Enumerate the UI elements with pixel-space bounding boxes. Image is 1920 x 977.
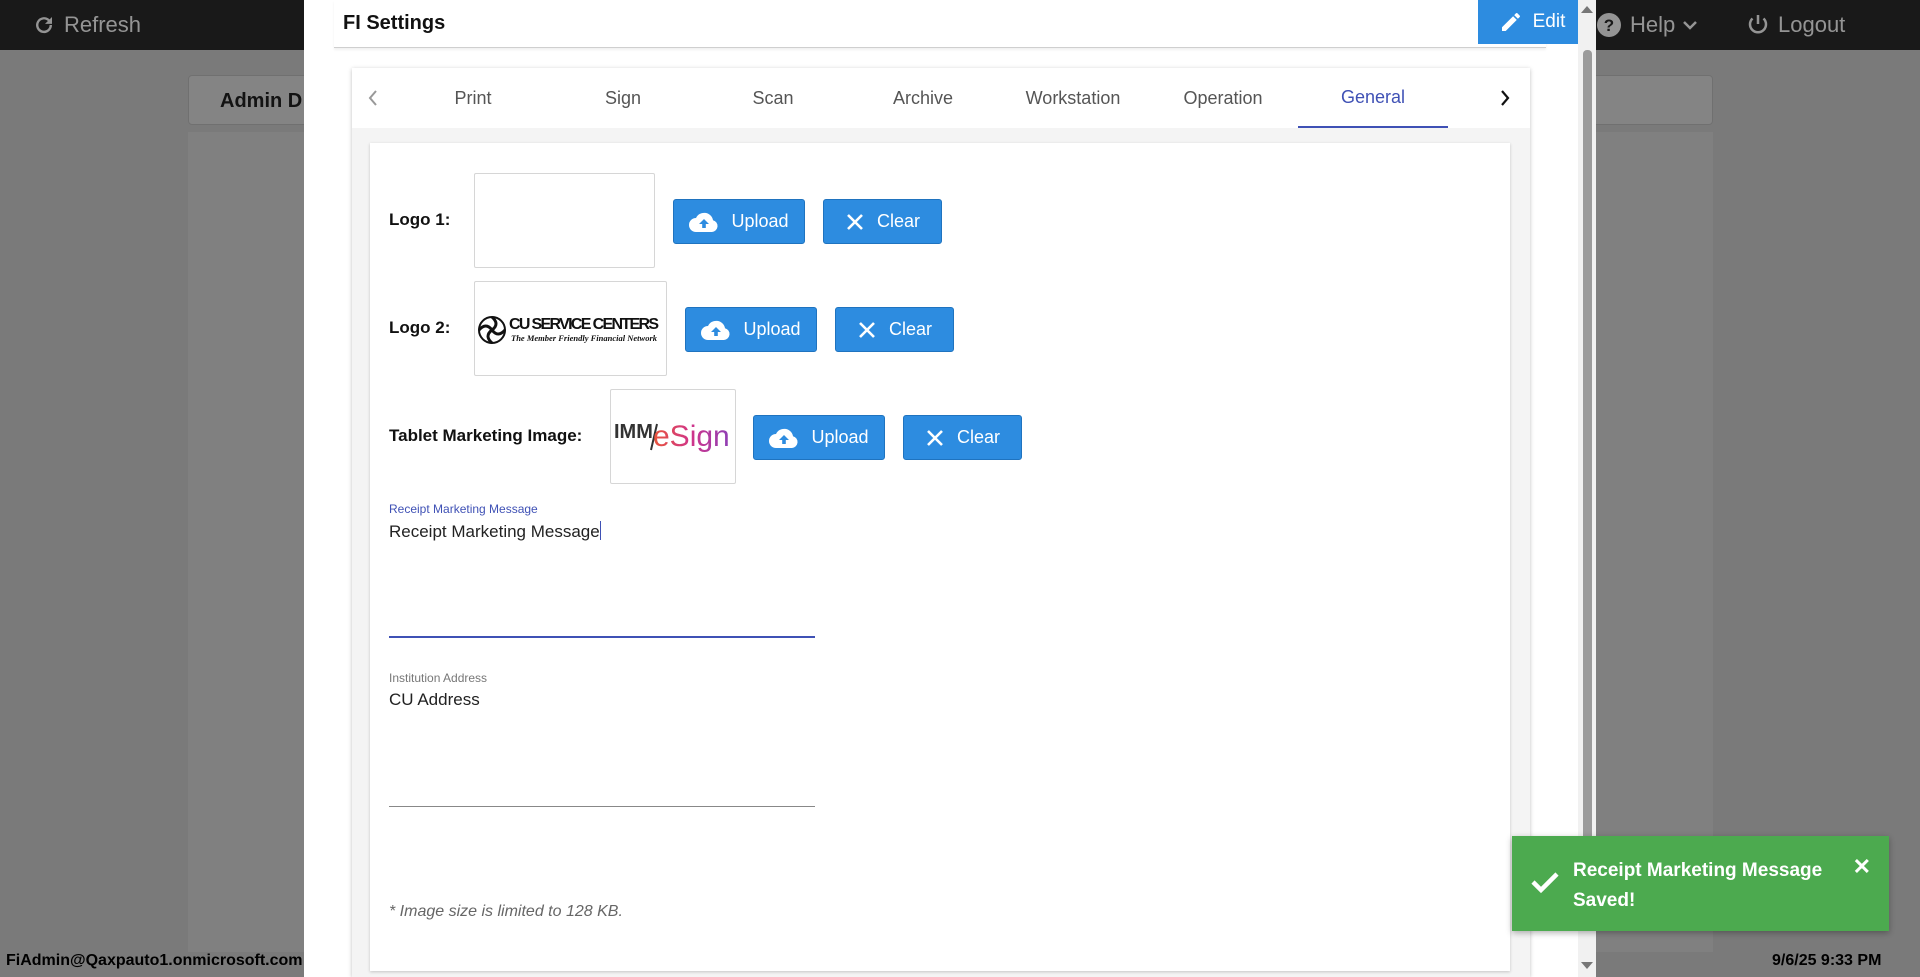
close-icon (847, 213, 863, 230)
tab-scan[interactable]: Scan (698, 68, 848, 128)
tabs-bar: Print Sign Scan Archive Workstation Oper… (352, 68, 1530, 128)
institution-address-underline (389, 806, 815, 807)
logo2-upload-label: Upload (743, 319, 801, 339)
logo2-preview: CU SERVICE CENTERS The Member Friendly F… (474, 281, 667, 376)
tablet-upload-label: Upload (811, 427, 869, 447)
imm-esign-logo: IMM eSign (614, 420, 730, 453)
tabs-scroll-right[interactable] (1484, 68, 1526, 128)
edit-button[interactable]: Edit (1478, 0, 1586, 44)
tablet-image-label: Tablet Marketing Image: (389, 426, 583, 445)
tab-operation[interactable]: Operation (1148, 68, 1298, 128)
tab-sign[interactable]: Sign (548, 68, 698, 128)
success-toast: Receipt Marketing Message Saved! ✕ (1512, 836, 1889, 931)
logo2-upload-button[interactable]: Upload (685, 307, 817, 352)
settings-card: Print Sign Scan Archive Workstation Oper… (352, 68, 1530, 977)
scroll-thumb[interactable] (1583, 50, 1592, 840)
tab-workstation[interactable]: Workstation (998, 68, 1148, 128)
tab-archive[interactable]: Archive (848, 68, 998, 128)
logo2-clear-label: Clear (888, 319, 932, 339)
imm-text: IMM (614, 421, 653, 443)
logo2-clear-button[interactable]: Clear (835, 307, 954, 352)
cu-service-centers-logo: CU SERVICE CENTERS The Member Friendly F… (477, 315, 659, 345)
dialog-header: FI Settings Edit (334, 0, 1586, 48)
logo2-label: Logo 2: (389, 318, 451, 337)
logo1-upload-button[interactable]: Upload (673, 199, 805, 244)
close-icon (859, 321, 875, 338)
logo1-clear-button[interactable]: Clear (823, 199, 942, 244)
scroll-up-arrow-icon[interactable] (1581, 6, 1593, 13)
institution-address-label: Institution Address (389, 671, 488, 685)
tablet-clear-label: Clear (956, 427, 1000, 447)
close-icon (927, 429, 943, 446)
tabs-scroll-left[interactable] (352, 68, 394, 128)
chevron-right-icon (1501, 90, 1510, 106)
logo2-main-text: CU SERVICE CENTERS (509, 316, 659, 333)
cloud-upload-icon (689, 212, 719, 232)
dialog-scrollbar[interactable] (1578, 0, 1596, 977)
toast-close-icon[interactable]: ✕ (1853, 854, 1871, 880)
general-tab-panel: Logo 1: Upload Clear Logo 2: CU SERVICE … (370, 143, 1510, 971)
fi-settings-dialog: FI Settings Edit Print Sign Scan Archive… (304, 0, 1596, 977)
chevron-left-icon (368, 90, 377, 106)
institution-address-value[interactable]: CU Address (389, 690, 480, 710)
receipt-message-text: Receipt Marketing Message (389, 522, 600, 541)
receipt-message-underline (389, 636, 815, 638)
edit-label: Edit (1532, 11, 1566, 32)
logo1-upload-label: Upload (731, 211, 789, 231)
esign-text: eSign (653, 420, 730, 453)
toast-message: Receipt Marketing Message Saved! (1573, 860, 1823, 911)
scroll-down-arrow-icon[interactable] (1581, 962, 1593, 969)
receipt-message-value[interactable]: Receipt Marketing Message (389, 521, 601, 542)
dialog-title: FI Settings (343, 12, 446, 34)
tablet-upload-button[interactable]: Upload (753, 415, 885, 460)
tab-general[interactable]: General (1298, 68, 1448, 128)
checkmark-icon (1531, 872, 1559, 894)
tablet-image-preview: IMM eSign (610, 389, 736, 484)
tablet-clear-button[interactable]: Clear (903, 415, 1022, 460)
cloud-upload-icon (701, 320, 731, 340)
tab-print[interactable]: Print (398, 68, 548, 128)
logo1-preview (474, 173, 655, 268)
logo1-clear-label: Clear (876, 211, 920, 231)
receipt-message-label: Receipt Marketing Message (389, 502, 538, 516)
logo1-label: Logo 1: (389, 210, 451, 229)
text-caret (599, 521, 601, 540)
logo2-sub-text: The Member Friendly Financial Network (511, 333, 658, 343)
image-size-note: * Image size is limited to 128 KB. (389, 903, 623, 920)
cloud-upload-icon (769, 428, 799, 448)
pencil-icon (1501, 13, 1520, 31)
